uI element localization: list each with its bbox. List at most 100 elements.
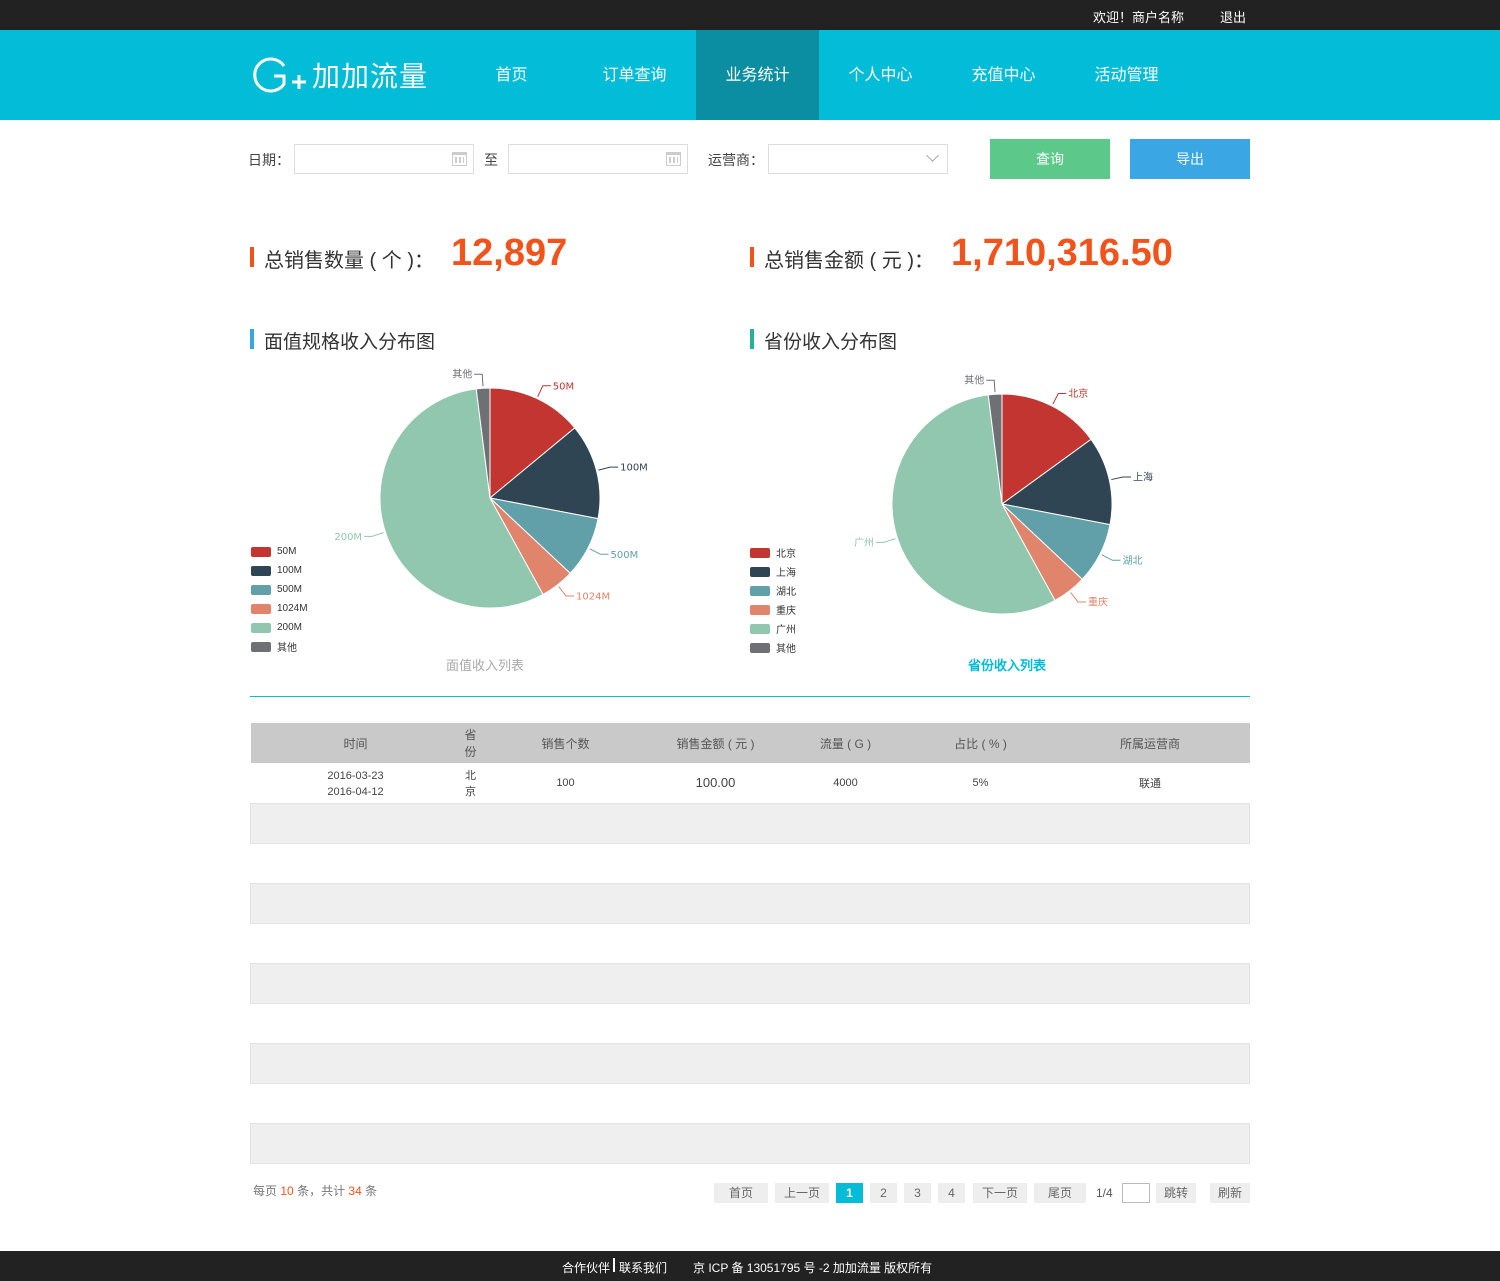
cell-time: 2016-03-23 2016-04-12 xyxy=(251,763,461,803)
empty-cell xyxy=(1051,1083,1250,1123)
accent-bar xyxy=(250,247,254,267)
empty-cell xyxy=(910,1042,1051,1084)
nav-item-orders[interactable]: 订单查询 xyxy=(573,30,696,120)
legend-item[interactable]: 其他 xyxy=(251,637,308,656)
empty-cell xyxy=(461,923,481,963)
legend-label: 500M xyxy=(277,584,303,595)
empty-cell xyxy=(781,923,911,963)
next-page-button[interactable]: 下一页 xyxy=(973,1183,1027,1203)
end-date-field[interactable] xyxy=(508,144,688,174)
logo-g-plus-icon xyxy=(253,57,306,93)
chevron-down-icon xyxy=(926,149,939,162)
page-button-1[interactable]: 1 xyxy=(836,1183,863,1203)
total-count-stat: 总销售数量 ( 个 )： 12,897 xyxy=(250,232,690,280)
empty-cell xyxy=(460,802,481,844)
legend-swatch xyxy=(251,565,271,576)
welcome-text: 欢迎！商户名称 xyxy=(1093,10,1185,25)
pie-label-line xyxy=(1111,476,1132,481)
empty-cell xyxy=(910,1122,1051,1164)
legend-item[interactable]: 100M xyxy=(251,561,308,580)
face-value-list-link[interactable]: 面值收入列表 xyxy=(385,655,585,674)
page-button-2[interactable]: 2 xyxy=(870,1183,897,1203)
legend-label: 湖北 xyxy=(776,587,796,598)
operator-select[interactable] xyxy=(768,144,948,174)
legend-item[interactable]: 湖北 xyxy=(750,581,796,600)
pie-label-line xyxy=(598,466,619,471)
pie-label-line xyxy=(876,538,896,543)
footer: 合作伙伴 联系我们 京 ICP 备 13051795 号 -2 加加流量 版权所… xyxy=(0,1251,1500,1281)
query-button[interactable]: 查询 xyxy=(990,139,1110,179)
nav-item-profile[interactable]: 个人中心 xyxy=(819,30,942,120)
chart-title: 面值规格收入分布图 xyxy=(264,332,436,353)
legend-item[interactable]: 1024M xyxy=(251,599,308,618)
cell-operator: 联通 xyxy=(1139,777,1161,790)
logout-link[interactable]: 退出 xyxy=(1220,7,1246,26)
legend-label: 50M xyxy=(277,546,297,557)
nav-item-home[interactable]: 首页 xyxy=(450,30,573,120)
section-divider xyxy=(250,696,1250,697)
calendar-icon[interactable] xyxy=(452,152,467,166)
contact-link[interactable]: 联系我们 xyxy=(619,1259,667,1276)
export-button[interactable]: 导出 xyxy=(1130,139,1250,179)
col-operator: 所属运营商 xyxy=(1050,723,1250,763)
empty-cell xyxy=(250,1122,461,1164)
pie-slice-label: 其他 xyxy=(964,374,984,387)
start-date-field[interactable] xyxy=(294,144,474,174)
page-fraction: 1/4 xyxy=(1096,1186,1113,1200)
empty-cell xyxy=(250,802,461,844)
icp-text: 京 ICP 备 13051795 号 -2 加加流量 版权所有 xyxy=(693,1261,933,1275)
empty-cell xyxy=(650,1122,781,1164)
legend-item[interactable]: 广州 xyxy=(750,619,796,638)
nav-item-activities[interactable]: 活动管理 xyxy=(1065,30,1188,120)
page-button-4[interactable]: 4 xyxy=(938,1183,965,1203)
pie-slice-label: 重庆 xyxy=(1088,595,1108,608)
empty-cell xyxy=(651,1083,781,1123)
prev-page-button[interactable]: 上一页 xyxy=(775,1183,829,1203)
empty-cell xyxy=(251,1083,461,1123)
legend-item[interactable]: 北京 xyxy=(750,543,796,562)
calendar-icon[interactable] xyxy=(666,152,681,166)
empty-cell xyxy=(780,962,911,1004)
jump-button[interactable]: 跳转 xyxy=(1156,1183,1196,1203)
legend-item[interactable]: 50M xyxy=(251,542,308,561)
time-end: 2016-04-12 xyxy=(327,786,384,799)
pie-slice-label: 北京 xyxy=(1068,387,1088,400)
legend-label: 1024M xyxy=(277,603,308,614)
nav-item-statistics[interactable]: 业务统计 xyxy=(696,30,819,120)
legend-item[interactable]: 500M xyxy=(251,580,308,599)
refresh-button[interactable]: 刷新 xyxy=(1210,1183,1250,1203)
first-page-button[interactable]: 首页 xyxy=(714,1183,768,1203)
empty-cell xyxy=(481,843,651,883)
empty-cell xyxy=(650,962,781,1004)
cell-ratio: 5% xyxy=(972,776,989,789)
empty-cell xyxy=(460,962,481,1004)
legend-item[interactable]: 上海 xyxy=(750,562,796,581)
partners-link[interactable]: 合作伙伴 xyxy=(562,1259,610,1276)
table-row xyxy=(251,843,1250,883)
nav-item-recharge[interactable]: 充值中心 xyxy=(942,30,1065,120)
legend-swatch xyxy=(251,584,271,595)
cell-traffic: 4000 xyxy=(833,776,858,789)
pie-slice-label: 200M xyxy=(334,532,362,543)
empty-cell xyxy=(781,1083,911,1123)
logo[interactable]: 加加流量 xyxy=(248,52,428,98)
legend-swatch xyxy=(251,546,271,557)
page-button-3[interactable]: 3 xyxy=(904,1183,931,1203)
empty-cell xyxy=(481,923,651,963)
legend-swatch xyxy=(750,566,770,577)
table-row xyxy=(250,962,1250,1004)
table-row xyxy=(251,923,1250,963)
province-list-link[interactable]: 省份收入列表 xyxy=(907,655,1107,674)
legend-label: 200M xyxy=(277,622,303,633)
legend-label: 北京 xyxy=(776,549,796,560)
legend-item[interactable]: 其他 xyxy=(750,638,796,657)
empty-cell xyxy=(480,882,651,924)
legend-swatch xyxy=(750,623,770,634)
legend-item[interactable]: 200M xyxy=(251,618,308,637)
empty-cell xyxy=(461,843,481,883)
legend-item[interactable]: 重庆 xyxy=(750,600,796,619)
empty-cell xyxy=(780,1042,911,1084)
last-page-button[interactable]: 尾页 xyxy=(1034,1183,1086,1203)
empty-cell xyxy=(250,1042,461,1084)
goto-page-input[interactable] xyxy=(1122,1183,1150,1203)
